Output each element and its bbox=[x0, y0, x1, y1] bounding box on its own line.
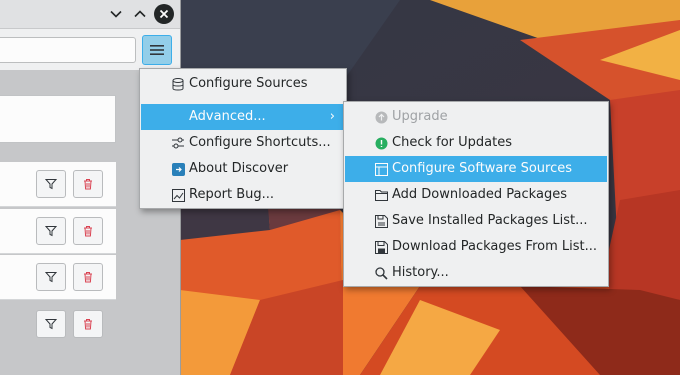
menu-item-label: Configure Software Sources bbox=[392, 161, 573, 176]
database-icon bbox=[171, 77, 185, 91]
list-item[interactable] bbox=[0, 209, 116, 254]
hamburger-menu-icon bbox=[150, 45, 164, 55]
submenu-arrow-icon: › bbox=[329, 109, 335, 124]
menu-item-label: Check for Updates bbox=[392, 135, 512, 150]
menu-item-configure-sources[interactable]: Configure Sources bbox=[141, 71, 345, 97]
filter-icon bbox=[45, 319, 57, 330]
maximize-button[interactable] bbox=[130, 4, 150, 24]
menu-item-save-installed-packages-list[interactable]: Save Installed Packages List... bbox=[345, 208, 607, 234]
menu-item-configure-software-sources[interactable]: Configure Software Sources bbox=[345, 156, 607, 182]
header-card bbox=[0, 95, 116, 143]
menu-item-label: About Discover bbox=[189, 161, 289, 176]
menu-item-download-packages-from-list[interactable]: Download Packages From List... bbox=[345, 234, 607, 260]
menu-item-configure-shortcuts[interactable]: Configure Shortcuts... bbox=[141, 130, 345, 156]
menu-item-label: Download Packages From List... bbox=[392, 239, 598, 254]
menu-item-upgrade[interactable]: Upgrade bbox=[345, 104, 607, 130]
trash-icon bbox=[84, 179, 92, 190]
software-sources-icon bbox=[374, 162, 388, 176]
trash-icon bbox=[84, 272, 92, 283]
window-titlebar[interactable] bbox=[0, 0, 180, 29]
remove-button[interactable] bbox=[73, 263, 103, 291]
filter-button[interactable] bbox=[36, 310, 66, 338]
folder-icon bbox=[374, 188, 388, 202]
close-icon bbox=[159, 9, 169, 19]
menu-item-about-discover[interactable]: About Discover bbox=[141, 156, 345, 182]
minimize-button[interactable] bbox=[106, 4, 126, 24]
trash-icon bbox=[84, 226, 92, 237]
filter-button[interactable] bbox=[36, 217, 66, 245]
menu-item-report-bug[interactable]: Report Bug... bbox=[141, 182, 345, 208]
upgrade-icon bbox=[374, 110, 388, 124]
toolbar bbox=[0, 29, 180, 69]
filter-button[interactable] bbox=[36, 263, 66, 291]
menu-item-label: Advanced... bbox=[189, 109, 266, 124]
remove-button[interactable] bbox=[73, 217, 103, 245]
filter-icon bbox=[45, 179, 57, 190]
search-input[interactable] bbox=[0, 37, 136, 63]
menu-item-add-downloaded-packages[interactable]: Add Downloaded Packages bbox=[345, 182, 607, 208]
save-icon bbox=[374, 240, 388, 254]
check-updates-icon bbox=[374, 136, 388, 150]
menu-item-label: Upgrade bbox=[392, 109, 448, 124]
remove-button[interactable] bbox=[73, 170, 103, 198]
filter-icon bbox=[45, 226, 57, 237]
menu-item-check-for-updates[interactable]: Check for Updates bbox=[345, 130, 607, 156]
menu-item-label: History... bbox=[392, 265, 449, 280]
chevron-up-icon bbox=[134, 10, 146, 18]
chevron-down-icon bbox=[110, 10, 122, 18]
save-list-icon bbox=[374, 214, 388, 228]
search-icon bbox=[374, 266, 388, 280]
discover-app-icon bbox=[171, 162, 185, 176]
menu-item-label: Save Installed Packages List... bbox=[392, 213, 588, 228]
list-item[interactable] bbox=[0, 255, 116, 300]
list-item[interactable] bbox=[0, 162, 116, 207]
application-menu: Configure Sources Advanced... › Configur… bbox=[139, 68, 347, 209]
trash-icon bbox=[84, 319, 92, 330]
bug-report-icon bbox=[171, 188, 185, 202]
filter-button[interactable] bbox=[36, 170, 66, 198]
list-item[interactable] bbox=[0, 302, 116, 342]
close-button[interactable] bbox=[154, 4, 174, 24]
filter-icon bbox=[45, 272, 57, 283]
menu-item-advanced[interactable]: Advanced... › bbox=[141, 104, 345, 130]
menu-item-label: Report Bug... bbox=[189, 187, 275, 202]
shortcuts-icon bbox=[171, 136, 185, 150]
menu-item-label: Configure Sources bbox=[189, 76, 308, 91]
menu-item-label: Add Downloaded Packages bbox=[392, 187, 567, 202]
remove-button[interactable] bbox=[73, 310, 103, 338]
hamburger-menu-button[interactable] bbox=[142, 35, 172, 65]
advanced-submenu: Upgrade Check for Updates Configure Soft… bbox=[343, 101, 609, 287]
menu-item-history[interactable]: History... bbox=[345, 260, 607, 286]
menu-item-label: Configure Shortcuts... bbox=[189, 135, 331, 150]
